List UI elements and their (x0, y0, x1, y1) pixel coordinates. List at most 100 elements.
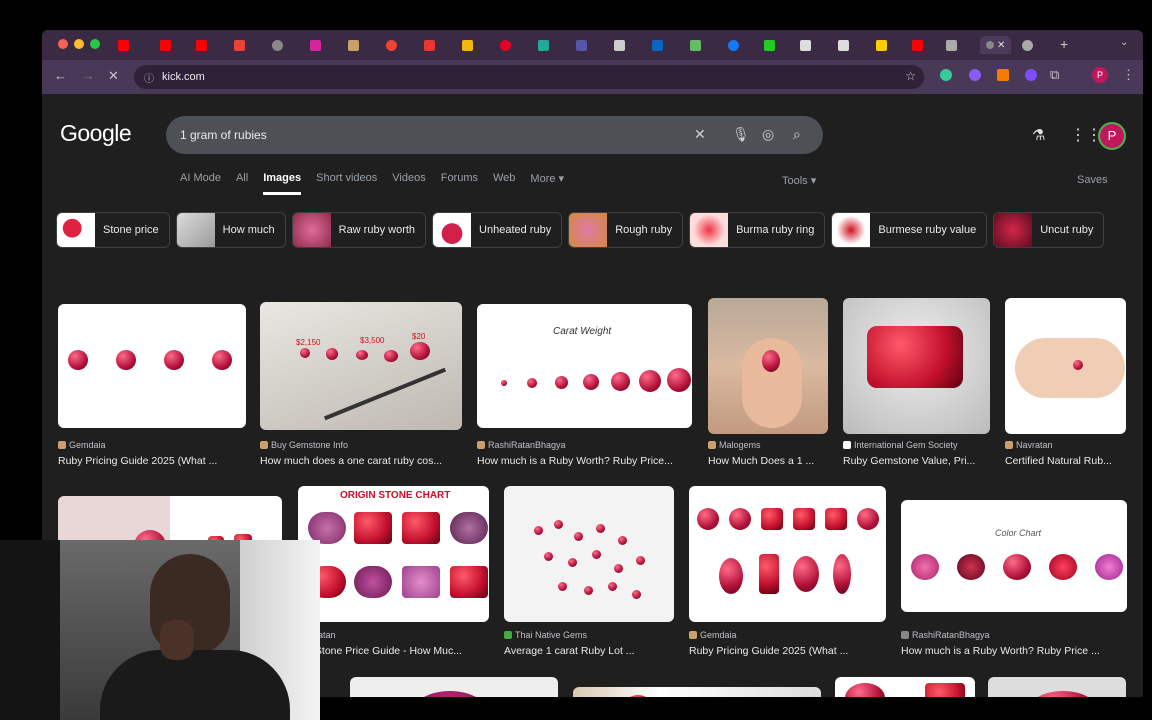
clear-search-icon[interactable]: ✕ (694, 126, 706, 143)
webcam-overlay (0, 540, 320, 720)
tab-generic-10[interactable] (800, 36, 811, 54)
result-source[interactable]: Thai Native Gems (504, 630, 587, 640)
extension-icon[interactable] (940, 69, 952, 81)
chip-label: How much (222, 224, 275, 236)
result-source[interactable]: Gemdaia (689, 630, 737, 640)
tab-generic-12[interactable] (876, 36, 887, 54)
result-title[interactable]: How much is a Ruby Worth? Ruby Price ... (901, 645, 1127, 657)
result-title[interactable]: How Much Does a 1 ... (708, 455, 828, 467)
tab-generic-13[interactable] (946, 36, 957, 54)
tab-short-videos[interactable]: Short videos (316, 172, 377, 195)
address-bar[interactable]: ⓘ kick.com ☆ (134, 65, 924, 89)
tab-generic-3[interactable] (386, 36, 397, 54)
search-box[interactable]: 1 gram of rubies ✕ 🎙 ◎ ⌕ (166, 116, 823, 154)
globe-icon (272, 39, 283, 51)
tab-more[interactable]: More ▾ (530, 172, 564, 195)
result-source[interactable]: Buy Gemstone Info (260, 440, 348, 450)
close-window-button[interactable] (58, 39, 68, 49)
google-logo[interactable]: Google (60, 120, 132, 147)
profile-avatar[interactable]: P (1092, 67, 1108, 83)
tab-generic-11[interactable] (838, 36, 849, 54)
url-text[interactable]: kick.com (162, 71, 205, 83)
result-title[interactable]: Ruby Pricing Guide 2025 (What ... (689, 645, 886, 657)
tab-web[interactable]: Web (493, 172, 515, 195)
result-thumbnail (504, 486, 674, 622)
chip-unheated-ruby[interactable]: Unheated ruby (432, 212, 563, 248)
tab-search-icon[interactable]: ⌄ (1120, 37, 1128, 48)
result-title[interactable]: Certified Natural Rub... (1005, 455, 1126, 467)
tab-generic-4[interactable] (424, 36, 435, 54)
microphone-icon[interactable]: 🎙 (732, 126, 750, 143)
play-icon (764, 39, 775, 51)
result-title[interactable]: How much is a Ruby Worth? Ruby Price... (477, 455, 689, 467)
new-tab-button[interactable]: + (1060, 36, 1068, 52)
tab-linkedin[interactable] (652, 36, 663, 54)
tab-active[interactable]: ✕ (980, 36, 1012, 54)
extensions-puzzle-icon[interactable]: ⧉ (1050, 67, 1059, 83)
extension-icon[interactable] (1025, 69, 1037, 81)
chip-burmese-ruby-value[interactable]: Burmese ruby value (831, 212, 988, 248)
account-avatar[interactable]: P (1098, 122, 1126, 150)
result-source[interactable]: Gemdaia (58, 440, 106, 450)
chip-rough-ruby[interactable]: Rough ruby (568, 212, 684, 248)
result-source[interactable]: Navratan (1005, 440, 1053, 450)
binance-icon (462, 39, 473, 51)
bookmark-star-icon[interactable]: ☆ (905, 69, 916, 83)
result-title[interactable]: Ruby Pricing Guide 2025 (What ... (58, 455, 248, 467)
result-title[interactable]: ...y Stone Price Guide - How Muc... (298, 645, 488, 657)
back-icon[interactable]: ← (54, 68, 67, 83)
chip-raw-ruby-worth[interactable]: Raw ruby worth (291, 212, 427, 248)
tab-generic-14[interactable] (1022, 36, 1033, 54)
tab-generic[interactable] (272, 36, 283, 54)
tab-youtube-4[interactable] (912, 36, 923, 54)
tab-generic-8[interactable] (690, 36, 701, 54)
extension-icon[interactable] (969, 69, 981, 81)
tab-facebook[interactable] (728, 36, 739, 54)
tab-generic-6[interactable] (576, 36, 587, 54)
result-source[interactable]: RashiRatanBhagya (901, 630, 990, 640)
result-source[interactable]: Malogems (708, 440, 761, 450)
tab-generic-9[interactable] (764, 36, 775, 54)
tab-generic-7[interactable] (614, 36, 625, 54)
tab-close-icon[interactable]: ✕ (997, 40, 1005, 51)
lens-camera-icon[interactable]: ◎ (762, 126, 774, 143)
tab-forums[interactable]: Forums (441, 172, 478, 195)
instagram-icon (310, 39, 321, 51)
forward-icon[interactable]: → (82, 68, 95, 83)
tab-instagram[interactable] (310, 36, 321, 54)
tab-youtube-3[interactable] (196, 36, 207, 54)
extension-icon[interactable] (997, 69, 1009, 81)
menu-kebab-icon[interactable]: ⋮ (1122, 67, 1135, 83)
tab-binance[interactable] (462, 36, 473, 54)
tab-gmail[interactable] (234, 36, 245, 54)
result-title[interactable]: How much does a one carat ruby cos... (260, 455, 465, 467)
result-source[interactable]: RashiRatanBhagya (477, 440, 566, 450)
tab-pinterest[interactable] (500, 36, 511, 54)
result-title[interactable]: Average 1 carat Ruby Lot ... (504, 645, 674, 657)
tab-generic-5[interactable] (538, 36, 549, 54)
search-input[interactable]: 1 gram of rubies (180, 128, 267, 142)
chip-stone-price[interactable]: Stone price (56, 212, 170, 248)
tab-images[interactable]: Images (263, 172, 302, 195)
stop-loading-icon[interactable]: ✕ (108, 68, 119, 84)
tab-youtube-2[interactable] (160, 36, 171, 54)
tab-youtube[interactable] (118, 36, 129, 54)
site-info-icon[interactable]: ⓘ (144, 70, 154, 85)
result-source[interactable]: International Gem Society (843, 440, 958, 450)
tab-all[interactable]: All (236, 172, 248, 195)
tab-videos[interactable]: Videos (392, 172, 425, 195)
minimize-window-button[interactable] (74, 39, 84, 49)
tools-button[interactable]: Tools ▾ (782, 174, 816, 187)
search-icon[interactable]: ⌕ (793, 126, 801, 143)
tab-ai-mode[interactable]: AI Mode (180, 172, 221, 195)
result-title[interactable]: Ruby Gemstone Value, Pri... (843, 455, 988, 467)
youtube-icon (196, 39, 207, 51)
tab-generic-2[interactable] (348, 36, 359, 54)
saves-button[interactable]: Saves (1077, 174, 1108, 186)
chip-uncut-ruby[interactable]: Uncut ruby (993, 212, 1105, 248)
labs-flask-icon[interactable]: ⚗ (1032, 126, 1045, 144)
maximize-window-button[interactable] (90, 39, 100, 49)
site-icon (614, 39, 625, 51)
chip-burma-ruby-ring[interactable]: Burma ruby ring (689, 212, 826, 248)
chip-how-much[interactable]: How much (175, 212, 286, 248)
